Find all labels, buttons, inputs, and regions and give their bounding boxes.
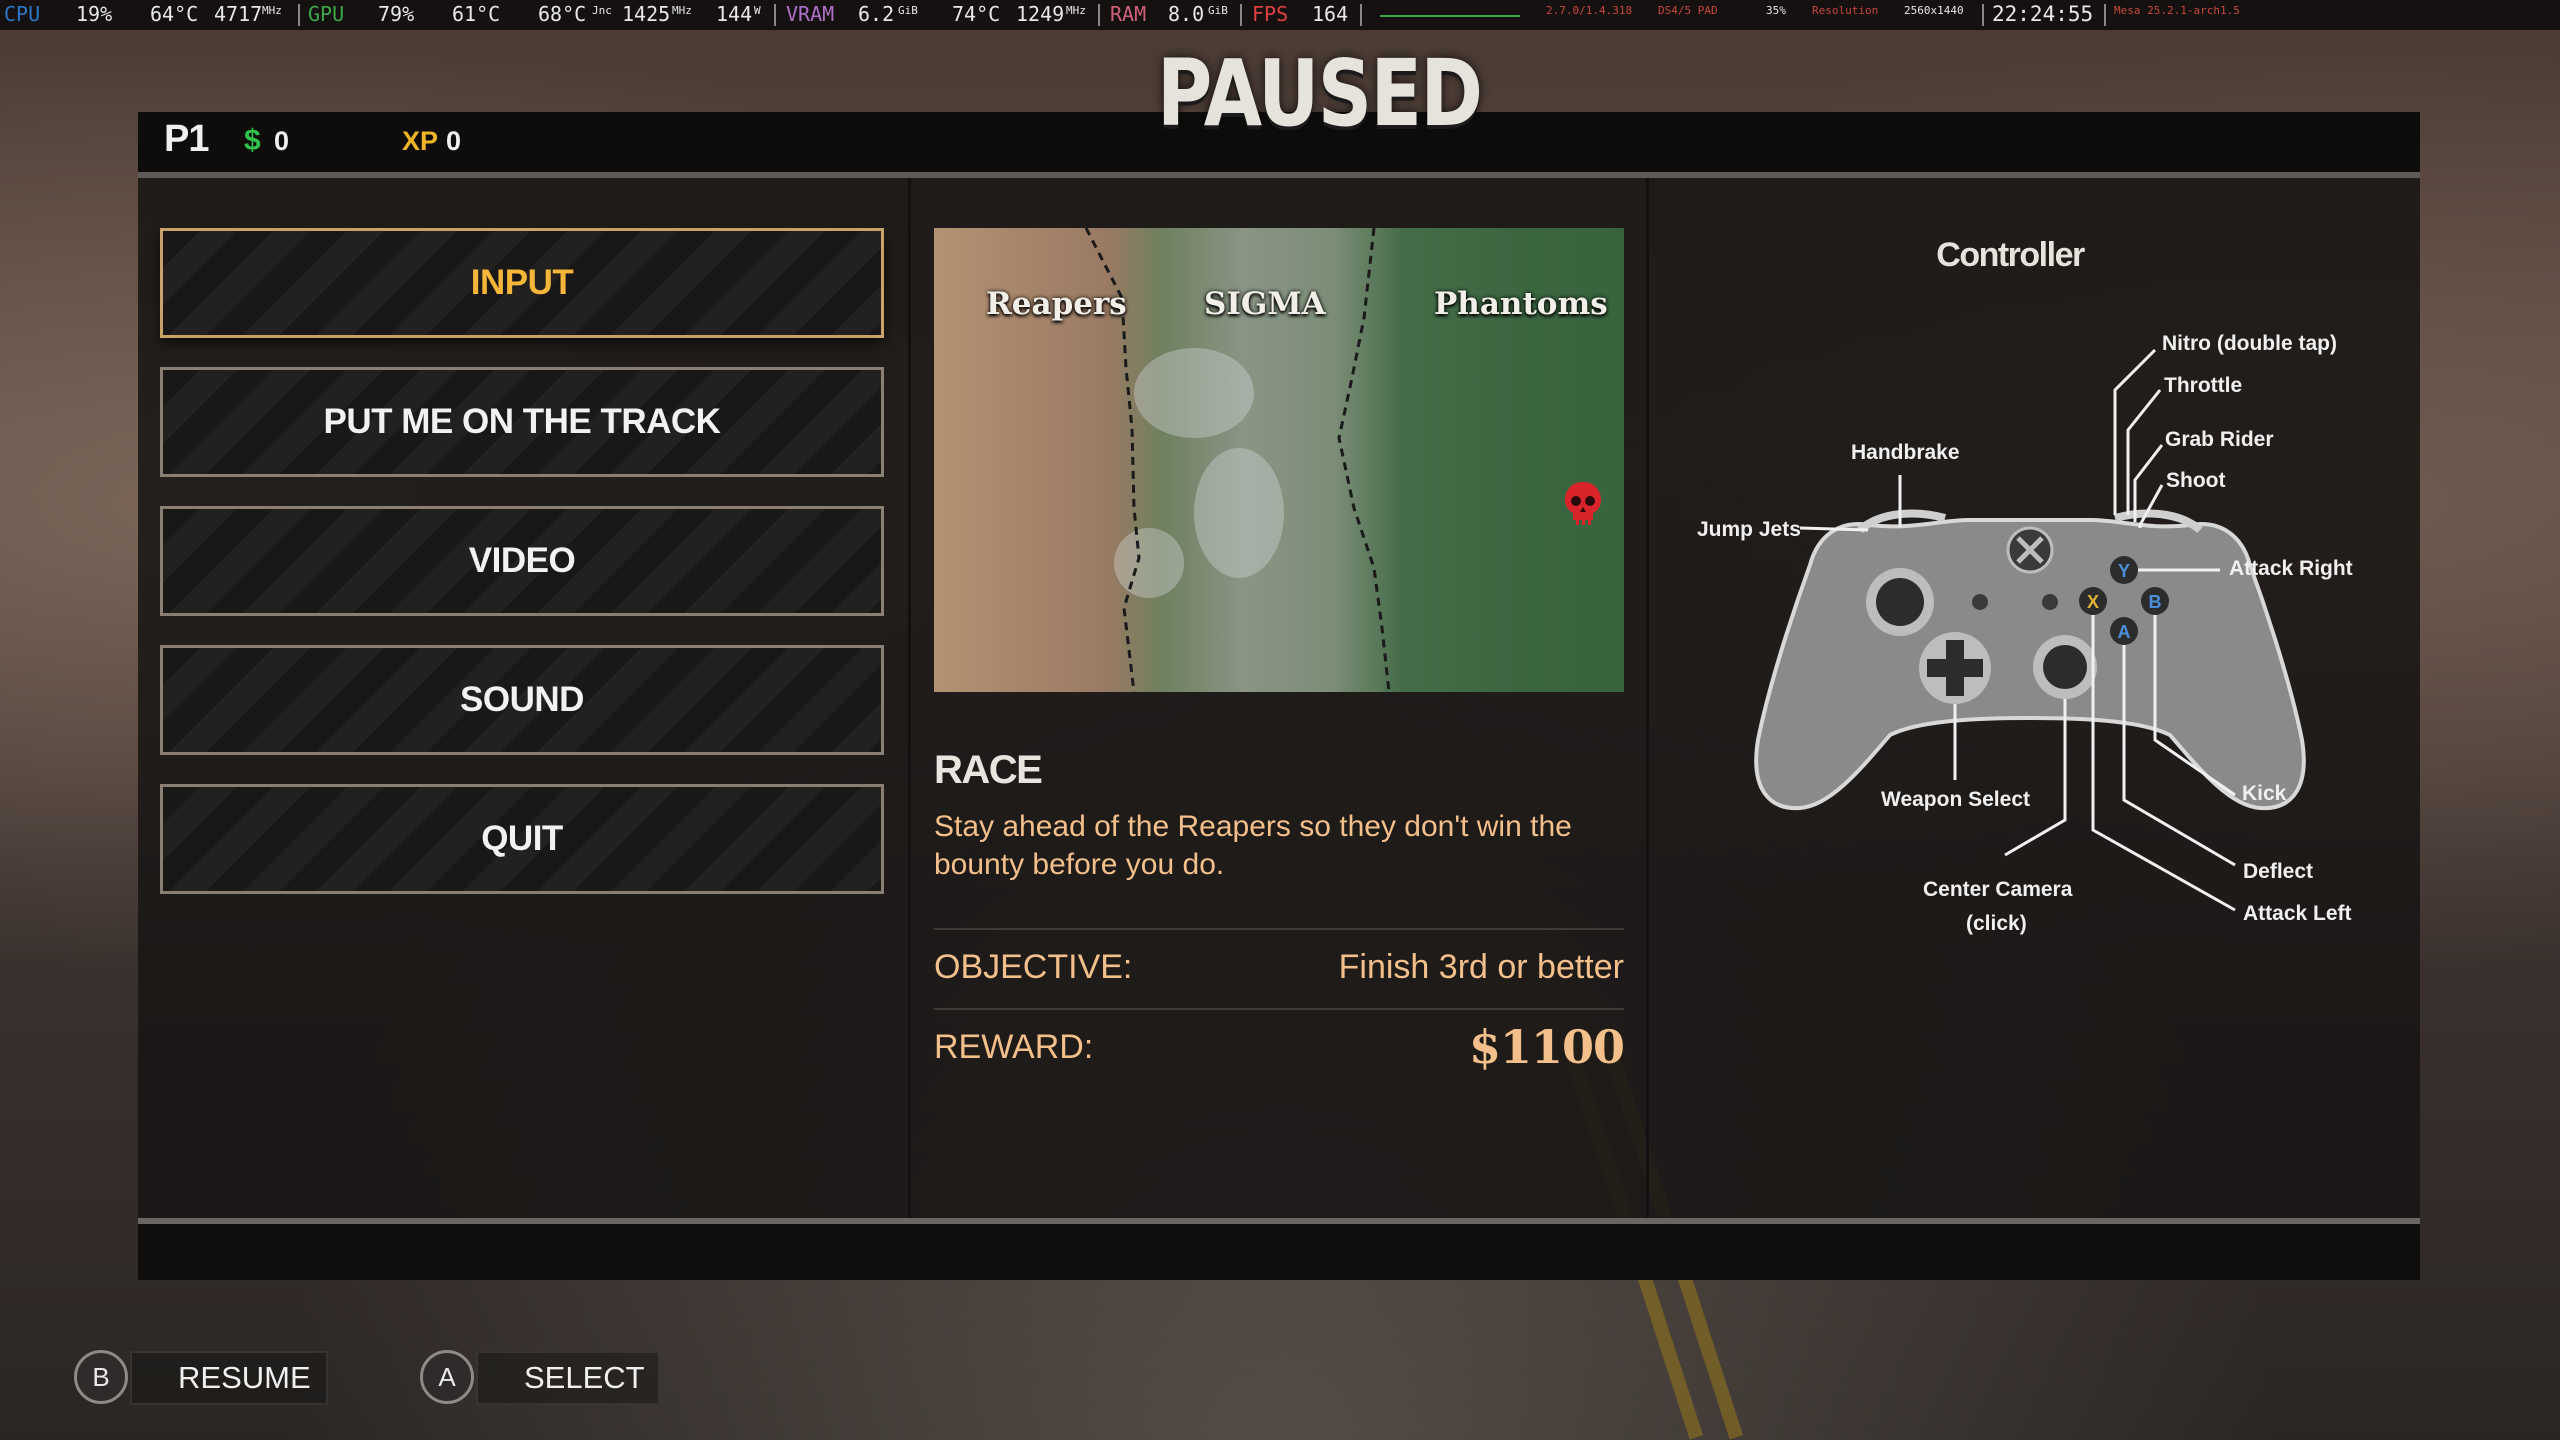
hud-fps-label: FPS [1252,2,1289,26]
face-button-y-icon: Y [2118,561,2130,581]
hud-gpu-clock: 1425 [622,2,671,26]
hud-cpu-load: 19% [76,2,113,26]
hud-gpu-clock-unit: MHz [672,4,692,17]
hud-separator [1982,4,1984,26]
label-kick: Kick [2242,782,2287,805]
label-shoot: Shoot [2166,469,2226,492]
hud-pad: DS4/5 PAD [1658,4,1718,17]
label-handbrake: Handbrake [1851,441,1960,464]
hud-fps-value: 164 [1312,2,1349,26]
hud-version: 2.7.0/1.4.318 [1546,4,1633,17]
hud-gpu-temp: 61°C [452,2,501,26]
hud-vram-label: VRAM [786,2,835,26]
hud-mem-temp: 74°C [952,2,1001,26]
hud-battery: 35% [1766,4,1786,17]
label-deflect: Deflect [2243,860,2314,883]
panel-divider-top [138,172,2420,178]
event-description: Stay ahead of the Reapers so they don't … [934,810,1572,881]
hud-gpu-power-unit: W [754,4,761,17]
hud-cpu-label: CPU [4,2,41,26]
resume-label: RESUME [178,1360,311,1395]
hud-gpu-junction-unit: Jnc [592,4,612,17]
label-jump-jets: Jump Jets [1697,518,1801,541]
reward-label: REWARD: [934,1028,1094,1066]
hud-ram-unit: GiB [1208,4,1228,17]
hud-gpu-load: 79% [378,2,415,26]
hud-gpu-power: 144 [716,2,753,26]
divider [934,1008,1624,1010]
menu-item-sound[interactable]: SOUND [160,645,884,755]
objective-label: OBJECTIVE: [934,948,1133,986]
event-type: RACE [934,748,1043,792]
objective-value: Finish 3rd or better [1338,948,1624,986]
cash-icon: $ [244,124,261,157]
hud-resolution-label: Resolution [1812,4,1879,17]
reward-value: $1100 [1468,1020,1625,1074]
hud-ram-value: 8.0 [1168,2,1205,26]
player-id: P1 [164,118,209,160]
label-weapon-select: Weapon Select [1881,788,2030,811]
hud-separator [1098,4,1100,26]
page-title: PAUSED [1157,40,1483,147]
select-prompt[interactable]: SELECT [476,1351,660,1405]
label-center-camera-click: (click) [1966,912,2027,935]
label-throttle: Throttle [2164,374,2243,397]
hud-vram-value: 6.2 [858,2,895,26]
map-faction-reapers: Reapers [986,286,1127,322]
column-divider-right [1646,178,1649,1218]
performance-overlay: CPU 19% 64°C 4717 MHz GPU 79% 61°C 68°C … [0,0,2560,30]
menu-item-video[interactable]: VIDEO [160,506,884,616]
map-faction-phantoms: Phantoms [1434,286,1608,322]
divider [934,928,1624,930]
hud-separator [774,4,776,26]
resume-prompt[interactable]: RESUME [130,1351,328,1405]
label-center-camera: Center Camera [1923,878,2073,901]
map-faction-sigma: SIGMA [1204,286,1326,322]
hud-clock: 22:24:55 [1992,2,2094,26]
hud-cpu-clock: 4717 [214,2,263,26]
face-button-b-icon: B [2149,592,2162,612]
face-button-x-icon: X [2087,592,2099,612]
hud-mem-clock: 1249 [1016,2,1065,26]
hud-mem-clock-unit: MHz [1066,4,1086,17]
hud-resolution-value: 2560x1440 [1904,4,1964,17]
hud-cpu-clock-unit: MHz [262,4,282,17]
menu-item-put-me-on-track[interactable]: PUT ME ON THE TRACK [160,367,884,477]
label-attack-right: Attack Right [2229,557,2353,580]
skull-marker-icon [1565,482,1601,525]
controller-title: Controller [1936,236,2085,274]
label-grab-rider: Grab Rider [2165,428,2274,451]
hud-cpu-temp: 64°C [150,2,199,26]
hud-separator [298,4,300,26]
cash-value: 0 [274,126,290,156]
hud-vram-unit: GiB [898,4,918,17]
hud-frametime-graph [1380,15,1520,17]
xp-label: XP [402,126,439,156]
menu-item-input[interactable]: INPUT [160,228,884,338]
column-divider-left [908,178,911,1218]
territory-map: Reapers SIGMA Phantoms [934,228,1624,692]
a-button-icon[interactable]: A [420,1350,474,1404]
hud-gpu-junction: 68°C [538,2,587,26]
select-label: SELECT [524,1360,645,1395]
label-nitro: Nitro (double tap) [2162,332,2337,355]
hud-driver: Mesa 25.2.1-arch1.5 [2114,4,2240,17]
menu-item-quit[interactable]: QUIT [160,784,884,894]
hud-separator [2104,4,2106,26]
b-button-icon[interactable]: B [74,1350,128,1404]
panel-footer-bar [138,1224,2420,1280]
label-attack-left: Attack Left [2243,902,2352,925]
hud-separator [1240,4,1242,26]
xp-value: 0 [446,126,462,156]
hud-ram-label: RAM [1110,2,1147,26]
hud-gpu-label: GPU [308,2,345,26]
face-button-a-icon: A [2118,622,2131,642]
hud-separator [1360,4,1362,26]
